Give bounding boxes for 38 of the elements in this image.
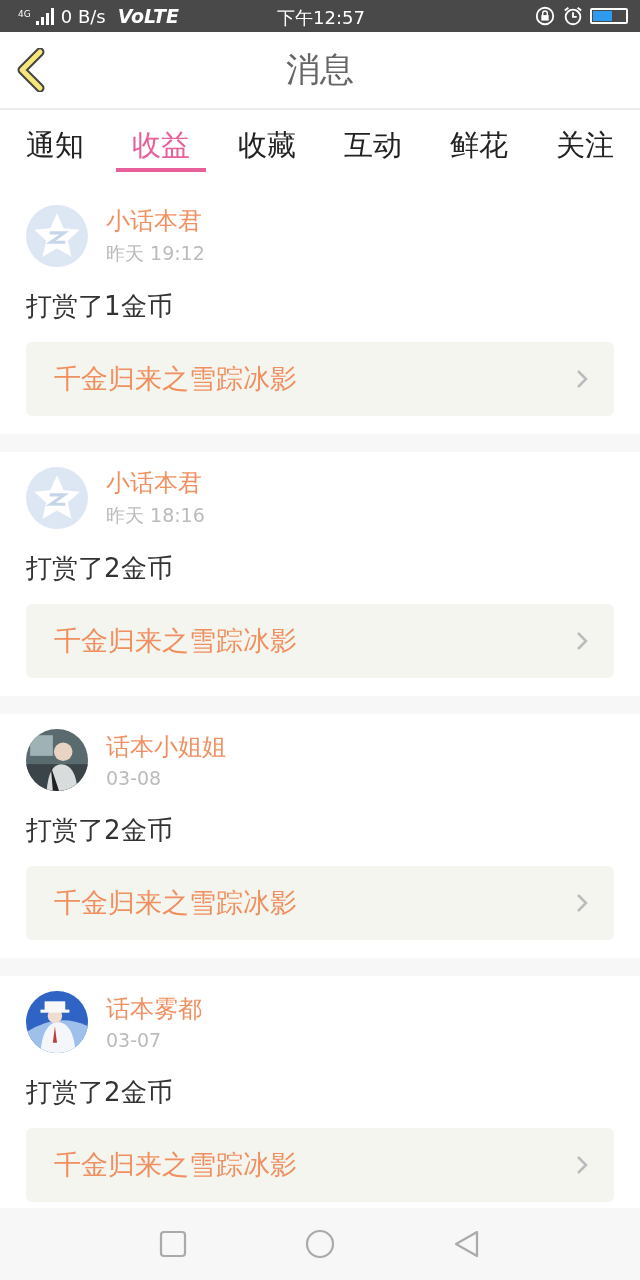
message-text: 打赏了2金币	[26, 552, 174, 585]
user-name: 话本雾都	[106, 994, 202, 1025]
message-text: 打赏了2金币	[26, 1076, 174, 1109]
tab[interactable]: 通知	[10, 110, 100, 172]
message-time: 昨天 18:16	[106, 503, 205, 528]
network-label: 4G	[18, 9, 31, 19]
message-time: 03-08	[106, 767, 163, 789]
rotation-lock-icon	[534, 5, 556, 27]
message-time: 03-07	[106, 1029, 163, 1051]
tab[interactable]: 鲜花	[434, 110, 524, 172]
tab[interactable]: 收藏	[222, 110, 312, 172]
chevron-icon	[576, 631, 588, 651]
battery-icon	[590, 8, 628, 24]
avatar-icon	[26, 467, 88, 529]
tab[interactable]: 关注	[540, 110, 630, 172]
user-name: 话本小姐姐	[106, 732, 226, 763]
book-title: 千金归来之雪踪冰影	[54, 362, 297, 396]
volte-label: VoLTE	[117, 5, 179, 27]
avatar-icon	[26, 205, 88, 267]
alarm-icon	[562, 5, 584, 27]
user-name: 小话本君	[106, 468, 203, 499]
chevron-icon	[576, 1155, 588, 1175]
circle-icon[interactable]	[305, 1229, 335, 1259]
user-name: 小话本君	[106, 206, 203, 237]
chevron-icon	[576, 893, 588, 913]
message-time: 昨天 19:12	[106, 241, 205, 266]
message-text: 打赏了2金币	[26, 814, 174, 847]
square-icon[interactable]	[158, 1229, 189, 1259]
chevron-icon	[576, 369, 588, 389]
status-time: 下午12:57	[277, 6, 365, 30]
page-title: 消息	[286, 48, 354, 91]
book-title: 千金归来之雪踪冰影	[54, 886, 297, 920]
message-text: 打赏了1金币	[26, 290, 174, 323]
book-title: 千金归来之雪踪冰影	[54, 624, 297, 658]
book-title: 千金归来之雪踪冰影	[54, 1148, 297, 1182]
tab[interactable]: 互动	[328, 110, 418, 172]
network-speed: 0 B/s	[60, 5, 106, 27]
signal-icon	[34, 6, 55, 26]
